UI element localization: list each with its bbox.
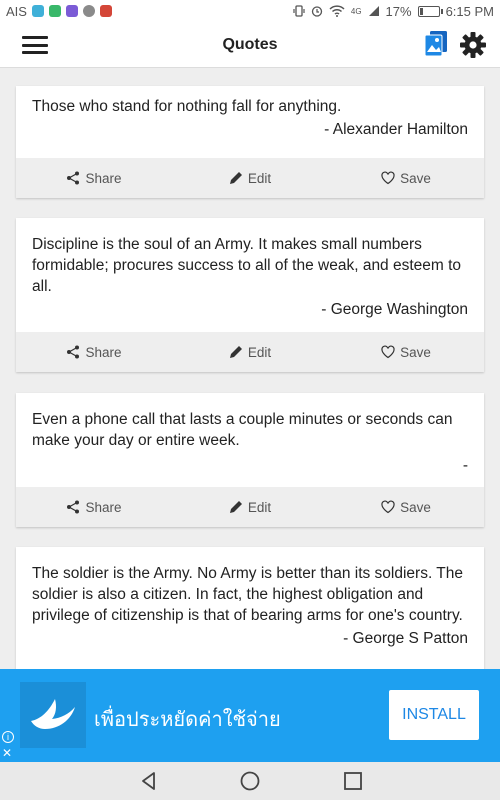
quote-author: - George Washington — [321, 301, 468, 318]
battery-fill — [419, 7, 423, 15]
network-type-label: 4G — [350, 6, 362, 16]
save-label: Save — [400, 499, 431, 515]
save-button[interactable]: Save — [328, 487, 484, 527]
carrier-label: AIS — [6, 3, 27, 19]
share-icon — [67, 171, 80, 185]
pencil-icon — [229, 501, 242, 513]
quote-text: Those who stand for nothing fall for any… — [32, 98, 342, 115]
recents-icon — [344, 772, 362, 790]
share-icon — [67, 500, 80, 514]
quote-card: Even a phone call that lasts a couple mi… — [16, 393, 484, 527]
share-icon — [67, 345, 80, 359]
card-actions: Share Edit Save — [16, 332, 484, 372]
app-notification-icon — [31, 5, 44, 17]
alarm-icon — [311, 6, 323, 17]
save-label: Save — [400, 344, 431, 360]
gallery-button[interactable] — [424, 30, 448, 58]
menu-button[interactable] — [22, 36, 48, 54]
dot-notification-icon — [82, 5, 95, 17]
ad-text: เพื่อประหยัดค่าใช้จ่าย — [94, 709, 281, 731]
bird-icon — [31, 699, 75, 729]
card-actions: Share Edit Save — [16, 487, 484, 527]
status-bar: AIS 4G 17% 6:15 PM — [0, 0, 500, 22]
home-button[interactable] — [239, 770, 261, 792]
vibrate-icon — [293, 5, 305, 17]
back-icon — [142, 772, 155, 790]
quote-card: Discipline is the soul of an Army. It ma… — [16, 218, 484, 372]
wifi-icon — [329, 5, 345, 17]
ad-info-icon[interactable]: i — [2, 731, 14, 743]
ad-close-icon[interactable]: ✕ — [2, 747, 12, 759]
install-button[interactable]: INSTALL — [389, 690, 479, 740]
quote-card: Those who stand for nothing fall for any… — [16, 86, 484, 198]
message-notification-icon — [48, 5, 61, 17]
settings-button[interactable] — [459, 31, 487, 59]
save-button[interactable]: Save — [328, 332, 484, 372]
battery-percent-label: 17% — [385, 3, 412, 19]
gallery-icon — [424, 31, 447, 57]
quote-text: The soldier is the Army. No Army is bett… — [32, 565, 464, 624]
home-icon — [240, 771, 260, 791]
menu-icon-bar — [22, 51, 48, 54]
heart-icon — [381, 500, 395, 514]
quote-author: - George S Patton — [343, 630, 468, 647]
menu-icon-bar — [22, 43, 48, 47]
share-button[interactable]: Share — [16, 332, 172, 372]
card-actions: Share Edit Save — [16, 158, 484, 198]
signal-icon — [368, 6, 379, 16]
save-button[interactable]: Save — [328, 158, 484, 198]
edit-label: Edit — [247, 499, 272, 515]
share-label: Share — [85, 344, 122, 360]
gear-icon — [460, 32, 486, 58]
edit-button[interactable]: Edit — [172, 332, 328, 372]
edit-button[interactable]: Edit — [172, 158, 328, 198]
share-button[interactable]: Share — [16, 158, 172, 198]
edit-label: Edit — [247, 344, 272, 360]
ad-banner[interactable]: เพื่อประหยัดค่าใช้จ่าย INSTALL i ✕ — [0, 669, 500, 762]
quote-author: - Alexander Hamilton — [324, 121, 468, 138]
share-label: Share — [85, 499, 122, 515]
edit-label: Edit — [247, 170, 272, 186]
share-label: Share — [85, 170, 122, 186]
app-bar: Quotes — [0, 22, 500, 68]
pencil-icon — [229, 172, 242, 184]
save-label: Save — [400, 170, 431, 186]
pencil-icon — [229, 346, 242, 358]
recents-button[interactable] — [342, 770, 364, 792]
quote-author: - — [462, 457, 468, 474]
heart-icon — [381, 171, 395, 185]
quote-text: Even a phone call that lasts a couple mi… — [32, 411, 453, 449]
back-button[interactable] — [138, 770, 160, 792]
heart-icon — [381, 345, 395, 359]
clock-label: 6:15 PM — [445, 3, 494, 19]
navigation-bar — [0, 762, 500, 800]
quote-text: Discipline is the soul of an Army. It ma… — [32, 236, 462, 295]
share-button[interactable]: Share — [16, 487, 172, 527]
gmail-notification-icon — [99, 5, 112, 17]
battery-icon — [417, 5, 443, 17]
ad-app-logo — [20, 682, 86, 748]
menu-icon-bar — [22, 36, 48, 39]
edit-button[interactable]: Edit — [172, 487, 328, 527]
viber-notification-icon — [65, 5, 78, 17]
